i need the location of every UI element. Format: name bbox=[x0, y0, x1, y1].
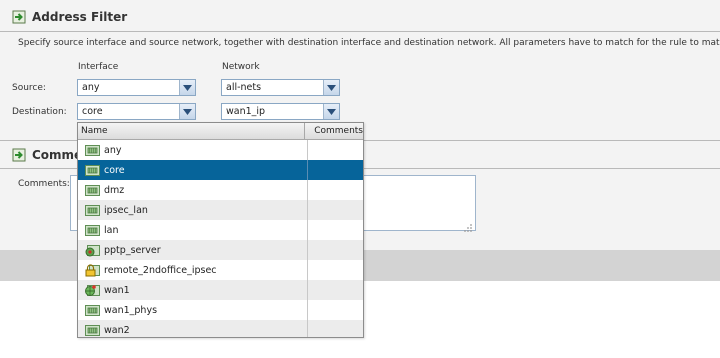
destination-network-value: wan1_ip bbox=[226, 106, 266, 117]
resize-grip-icon[interactable] bbox=[463, 218, 473, 232]
dropdown-item-comments-cell bbox=[308, 200, 363, 220]
dropdown-item[interactable]: lan bbox=[78, 220, 363, 240]
dropdown-item-name-cell: wan1_phys bbox=[78, 300, 308, 320]
dropdown-item-name-cell: dmz bbox=[78, 180, 308, 200]
dropdown-item[interactable]: wan1_phys bbox=[78, 300, 363, 320]
dropdown-item-name-cell: ipsec_lan bbox=[78, 200, 308, 220]
dropdown-item[interactable]: pptp_server bbox=[78, 240, 363, 260]
source-interface-select[interactable]: any bbox=[77, 79, 196, 96]
dropdown-item-label: wan2 bbox=[104, 324, 130, 336]
interface-icon bbox=[85, 204, 100, 217]
dropdown-item[interactable]: any bbox=[78, 140, 363, 160]
source-network-select[interactable]: all-nets bbox=[221, 79, 340, 96]
pptp-interface-icon bbox=[85, 244, 100, 257]
destination-network-select[interactable]: wan1_ip bbox=[221, 103, 340, 120]
chevron-down-icon[interactable] bbox=[179, 104, 195, 119]
dropdown-item-label: dmz bbox=[104, 184, 125, 196]
description-text: Specify source interface and source netw… bbox=[18, 38, 720, 48]
dropdown-item-name-cell: any bbox=[78, 140, 308, 160]
dropdown-item-name-cell: remote_2ndoffice_ipsec bbox=[78, 260, 308, 280]
dropdown-item-comments-cell bbox=[308, 260, 363, 280]
dropdown-item[interactable]: wan1 bbox=[78, 280, 363, 300]
dropdown-item[interactable]: core bbox=[78, 160, 363, 180]
dropdown-item-comments-cell bbox=[308, 160, 363, 180]
chevron-down-icon[interactable] bbox=[323, 80, 339, 95]
dropdown-item[interactable]: dmz bbox=[78, 180, 363, 200]
chevron-down-icon[interactable] bbox=[323, 104, 339, 119]
dropdown-item[interactable]: ipsec_lan bbox=[78, 200, 363, 220]
dropdown-item-label: lan bbox=[104, 224, 119, 236]
dropdown-item-comments-cell bbox=[308, 140, 363, 160]
interface-icon bbox=[85, 224, 100, 237]
ipsec-tunnel-icon bbox=[85, 263, 100, 277]
comments-column-header[interactable]: Comments bbox=[305, 123, 363, 139]
source-interface-value: any bbox=[82, 82, 100, 93]
name-column-header[interactable]: Name bbox=[78, 123, 306, 139]
dropdown-item[interactable]: remote_2ndoffice_ipsec bbox=[78, 260, 363, 280]
source-network-value: all-nets bbox=[226, 82, 262, 93]
dropdown-item-name-cell: lan bbox=[78, 220, 308, 240]
dropdown-item-comments-cell bbox=[308, 280, 363, 300]
dropdown-item-comments-cell bbox=[308, 300, 363, 320]
dropdown-item-name-cell: wan2 bbox=[78, 320, 308, 337]
destination-interface-select[interactable]: core bbox=[77, 103, 196, 120]
section-title: Address Filter bbox=[32, 10, 128, 24]
dropdown-item[interactable]: wan2 bbox=[78, 320, 363, 337]
dropdown-item-name-cell: pptp_server bbox=[78, 240, 308, 260]
dropdown-item-comments-cell bbox=[308, 320, 363, 337]
dropdown-item-label: core bbox=[104, 164, 125, 176]
interface-icon bbox=[85, 184, 100, 197]
dropdown-item-label: remote_2ndoffice_ipsec bbox=[104, 264, 217, 276]
interface-dropdown-list[interactable]: Name Comments any core dmz ipsec_lanlan pptp… bbox=[77, 122, 364, 338]
dropdown-item-comments-cell bbox=[308, 180, 363, 200]
dropdown-item-label: any bbox=[104, 144, 122, 156]
address-filter-header: Address Filter bbox=[12, 7, 127, 27]
interface-icon bbox=[85, 304, 100, 317]
interface-icon bbox=[85, 164, 100, 177]
dropdown-item-label: wan1_phys bbox=[104, 304, 158, 316]
dropdown-item-comments-cell bbox=[308, 220, 363, 240]
section-title: Comme bbox=[32, 148, 83, 162]
divider bbox=[0, 31, 720, 32]
dropdown-item-label: ipsec_lan bbox=[104, 204, 148, 216]
chevron-down-icon[interactable] bbox=[179, 80, 195, 95]
dropdown-item-name-cell: wan1 bbox=[78, 280, 308, 300]
wan-interface-icon bbox=[85, 284, 100, 297]
comments-label: Comments: bbox=[18, 179, 70, 189]
comments-header: Comme bbox=[12, 145, 82, 165]
section-arrow-icon bbox=[12, 148, 26, 162]
dropdown-item-comments-cell bbox=[308, 240, 363, 260]
source-label: Source: bbox=[12, 83, 46, 93]
section-arrow-icon bbox=[12, 10, 26, 24]
destination-label: Destination: bbox=[12, 107, 67, 117]
destination-interface-value: core bbox=[82, 106, 103, 117]
interface-icon bbox=[85, 144, 100, 157]
interface-column-label: Interface bbox=[78, 62, 119, 72]
interface-icon bbox=[85, 324, 100, 337]
dropdown-item-label: pptp_server bbox=[104, 244, 161, 256]
dropdown-header: Name Comments bbox=[78, 123, 363, 140]
network-column-label: Network bbox=[222, 62, 260, 72]
dropdown-item-name-cell: core bbox=[78, 160, 308, 180]
dropdown-item-label: wan1 bbox=[104, 284, 130, 296]
